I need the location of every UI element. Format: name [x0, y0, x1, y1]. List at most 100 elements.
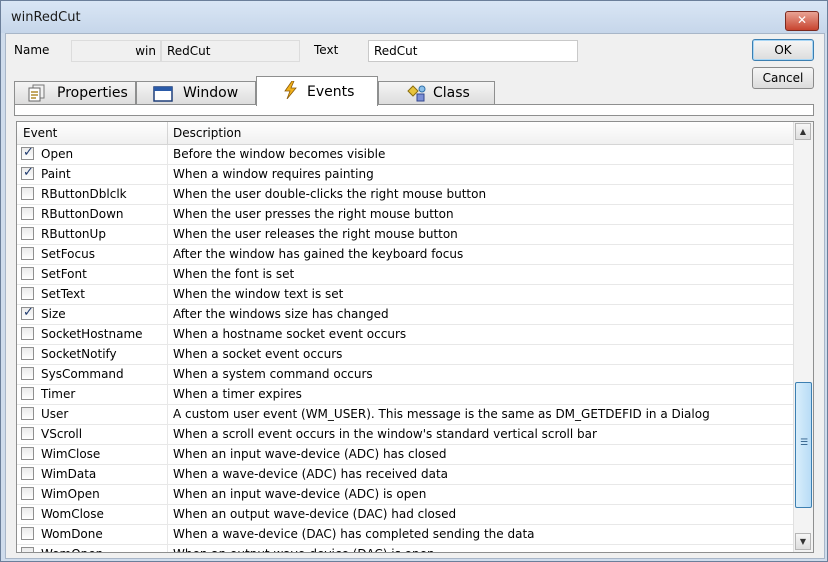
cell-divider: [167, 425, 168, 444]
event-name: SysCommand: [41, 367, 124, 381]
event-checkbox[interactable]: [21, 527, 34, 540]
table-row[interactable]: WomOpen When an output wave-device (DAC) …: [17, 545, 793, 552]
cell-divider: [167, 265, 168, 284]
table-row[interactable]: SocketHostname When a hostname socket eve…: [17, 325, 793, 345]
column-divider[interactable]: [167, 122, 168, 144]
tab-properties-label: Properties: [57, 85, 128, 101]
window-title: winRedCut: [11, 10, 81, 25]
event-description: After the windows size has changed: [173, 307, 389, 321]
event-description: When the user double-clicks the right mo…: [173, 187, 487, 201]
scroll-thumb[interactable]: ☰: [795, 382, 812, 508]
event-checkbox[interactable]: [21, 367, 34, 380]
event-checkbox[interactable]: [21, 347, 34, 360]
cell-divider: [167, 465, 168, 484]
event-checkbox[interactable]: [21, 327, 34, 340]
event-name: WimOpen: [41, 487, 100, 501]
event-checkbox[interactable]: [21, 247, 34, 260]
event-checkbox[interactable]: [21, 547, 34, 552]
event-name: SocketNotify: [41, 347, 117, 361]
event-name: Timer: [41, 387, 76, 401]
event-checkbox[interactable]: [21, 207, 34, 220]
cell-divider: [167, 205, 168, 224]
event-name: WimData: [41, 467, 97, 481]
cell-divider: [167, 245, 168, 264]
event-checkbox[interactable]: ✓: [21, 165, 34, 180]
cell-divider: [167, 305, 168, 324]
tab-events[interactable]: Events: [256, 76, 378, 106]
event-checkbox[interactable]: [21, 267, 34, 280]
cell-divider: [167, 285, 168, 304]
event-description: After the window has gained the keyboard…: [173, 247, 464, 261]
close-button[interactable]: ✕: [785, 11, 819, 31]
table-row[interactable]: VScroll When a scroll event occurs in the…: [17, 425, 793, 445]
grid-header: Event Description: [17, 122, 793, 145]
event-checkbox[interactable]: [21, 507, 34, 520]
text-field[interactable]: RedCut: [368, 40, 578, 62]
event-description: When a socket event occurs: [173, 347, 343, 361]
event-checkbox[interactable]: [21, 447, 34, 460]
column-header-event[interactable]: Event: [23, 126, 57, 140]
event-description: When a scroll event occurs in the window…: [173, 427, 597, 441]
table-row[interactable]: SocketNotify When a socket event occurs: [17, 345, 793, 365]
event-name: WimClose: [41, 447, 101, 461]
event-name: SocketHostname: [41, 327, 143, 341]
column-header-description[interactable]: Description: [173, 126, 241, 140]
tab-class[interactable]: Class: [378, 81, 495, 105]
name-label: Name: [14, 43, 50, 57]
cell-divider: [167, 325, 168, 344]
table-row[interactable]: RButtonDown When the user presses the rig…: [17, 205, 793, 225]
cell-divider: [167, 385, 168, 404]
table-row[interactable]: User A custom user event (WM_USER). This …: [17, 405, 793, 425]
table-row[interactable]: RButtonDblclk When the user double-clicks…: [17, 185, 793, 205]
tab-events-label: Events: [307, 84, 355, 100]
event-name: SetFocus: [41, 247, 95, 261]
ok-button[interactable]: OK: [752, 39, 814, 61]
table-row[interactable]: Timer When a timer expires: [17, 385, 793, 405]
table-row[interactable]: WimOpen When an input wave-device (ADC) i…: [17, 485, 793, 505]
lightning-icon: [284, 81, 297, 99]
event-checkbox[interactable]: [21, 427, 34, 440]
event-description: When an input wave-device (ADC) has clos…: [173, 447, 447, 461]
event-checkbox[interactable]: [21, 467, 34, 480]
window-icon: [153, 86, 173, 102]
table-row[interactable]: SysCommand When a system command occurs: [17, 365, 793, 385]
tab-panel: [14, 104, 814, 116]
table-row[interactable]: ✓ Size After the windows size has changed: [17, 305, 793, 325]
event-checkbox[interactable]: [21, 227, 34, 240]
table-row[interactable]: RButtonUp When the user releases the righ…: [17, 225, 793, 245]
table-row[interactable]: WomClose When an output wave-device (DAC)…: [17, 505, 793, 525]
event-checkbox[interactable]: [21, 287, 34, 300]
event-description: When the window text is set: [173, 287, 344, 301]
event-checkbox[interactable]: [21, 407, 34, 420]
table-row[interactable]: SetFont When the font is set: [17, 265, 793, 285]
grip-icon: ☰: [800, 438, 809, 448]
event-checkbox[interactable]: ✓: [21, 145, 34, 160]
vertical-scrollbar[interactable]: ▲ ☰ ▼: [793, 122, 813, 552]
scroll-up-button[interactable]: ▲: [795, 123, 811, 140]
tab-window[interactable]: Window: [136, 81, 256, 105]
events-grid: Event Description ✓ Open Before the window…: [16, 121, 814, 553]
table-row[interactable]: WomDone When a wave-device (DAC) has comp…: [17, 525, 793, 545]
tab-properties[interactable]: Properties: [14, 81, 136, 105]
properties-icon: [28, 84, 45, 102]
event-checkbox[interactable]: [21, 387, 34, 400]
cancel-button[interactable]: Cancel: [752, 67, 814, 89]
event-checkbox[interactable]: ✓: [21, 305, 34, 320]
table-row[interactable]: ✓ Open Before the window becomes visible: [17, 145, 793, 165]
table-row[interactable]: WimData When a wave-device (ADC) has rece…: [17, 465, 793, 485]
event-description: When the user releases the right mouse b…: [173, 227, 458, 241]
table-row[interactable]: ✓ Paint When a window requires painting: [17, 165, 793, 185]
events-list: ✓ Open Before the window becomes visible ✓ P…: [17, 145, 793, 552]
dialog-window: winRedCut ✕ Name win RedCut Text RedCut …: [0, 0, 828, 562]
name-field[interactable]: RedCut: [161, 40, 300, 62]
event-description: When an output wave-device (DAC) is open: [173, 547, 435, 552]
table-row[interactable]: SetFocus After the window has gained the …: [17, 245, 793, 265]
table-row[interactable]: WimClose When an input wave-device (ADC) …: [17, 445, 793, 465]
scroll-down-button[interactable]: ▼: [795, 533, 811, 550]
title-bar[interactable]: winRedCut ✕: [1, 1, 827, 33]
table-row[interactable]: SetText When the window text is set: [17, 285, 793, 305]
event-checkbox[interactable]: [21, 187, 34, 200]
event-checkbox[interactable]: [21, 487, 34, 500]
event-description: A custom user event (WM_USER). This mess…: [173, 407, 710, 421]
event-name: User: [41, 407, 69, 421]
